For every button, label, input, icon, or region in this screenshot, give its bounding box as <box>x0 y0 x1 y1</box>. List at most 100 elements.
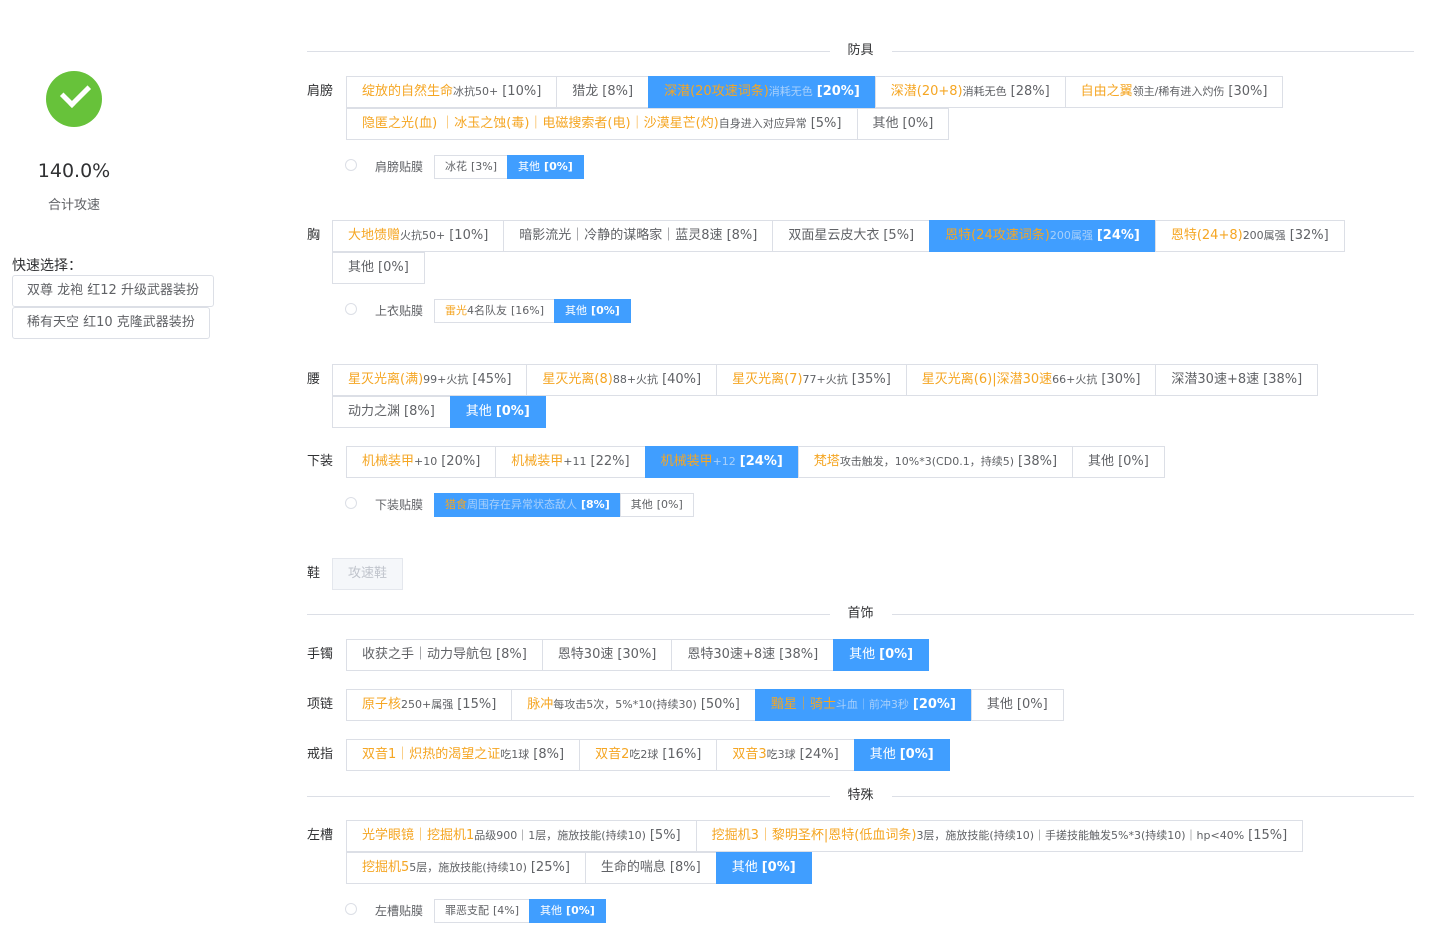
option-value: [32%] <box>1289 228 1329 243</box>
option-left-film-0[interactable]: 罪恶支配 [4%] <box>434 899 531 923</box>
option-value: [8%] <box>581 498 610 511</box>
film-radio[interactable] <box>345 903 357 915</box>
option-chest-0[interactable]: 大地馈赠 火抗50+ [10%] <box>332 220 505 252</box>
option-shoulder-film-0[interactable]: 冰花 [3%] <box>434 155 509 179</box>
option-legs-2[interactable]: 机械装甲 +12 [24%] <box>644 446 799 478</box>
preset-button-1[interactable]: 双尊 龙袍 红12 升级武器装扮 <box>12 275 214 307</box>
option-shoulder-1[interactable]: 猎龙 [8%] <box>556 76 650 108</box>
option-value: [8%] <box>726 228 758 243</box>
option-waist-1[interactable]: 星灭光离(8) 88+火抗 [40%] <box>526 364 718 396</box>
option-name: 深潜(20攻速词条) <box>664 84 769 99</box>
option-shoulder-6[interactable]: 其他 [0%] <box>856 108 950 140</box>
option-left-slot-2[interactable]: 挖掘机5 5层，施放技能(持续10) [25%] <box>346 852 586 884</box>
option-desc: 消耗无色 <box>768 85 813 98</box>
option-desc: 斗血｜前冲3秒 <box>835 698 909 711</box>
option-necklace-1[interactable]: 脉冲 每攻击5次，5%*10(持续30) [50%] <box>511 689 756 721</box>
option-group: 罪恶支配 [4%] 其他 [0%] <box>434 899 606 923</box>
option-ring-2[interactable]: 双音3 吃3球 [24%] <box>716 739 855 771</box>
option-text: 其他 <box>986 697 1013 712</box>
option-waist-5[interactable]: 动力之渊 [8%] <box>332 396 451 428</box>
option-value: [0%] <box>656 498 683 511</box>
option-necklace-2[interactable]: 黯星｜骑士 斗血｜前冲3秒 [20%] <box>754 689 972 721</box>
option-chest-2[interactable]: 双面星云皮大衣 [5%] <box>772 220 931 252</box>
option-name: 挖掘机3｜黎明圣杯|恩特(低血词条) <box>711 828 917 843</box>
option-necklace-0[interactable]: 原子核 250+属强 [15%] <box>346 689 513 721</box>
option-text: 冰花 <box>445 160 467 173</box>
option-ring-1[interactable]: 双音2 吃2球 [16%] <box>579 739 718 771</box>
option-chest-film-1[interactable]: 其他 [0%] <box>554 299 631 323</box>
option-shoulder-5[interactable]: 隐匿之光(血) ｜冰玉之蚀(毒)｜电磁搜索者(电)｜沙漠星芒(灼) 自身进入对应异… <box>346 108 858 140</box>
film-radio[interactable] <box>345 159 357 171</box>
option-shoulder-film-1[interactable]: 其他 [0%] <box>507 155 584 179</box>
option-shoulder-0[interactable]: 绽放的自然生命 冰抗50+ [10%] <box>346 76 558 108</box>
option-value: [8%] <box>533 747 565 762</box>
option-desc: 每攻击5次，5%*10(持续30) <box>553 698 697 711</box>
option-shoulder-3[interactable]: 深潜(20+8) 消耗无色 [28%] <box>874 76 1066 108</box>
option-name: 隐匿之光(血) ｜冰玉之蚀(毒)｜电磁搜索者(电)｜沙漠星芒(灼) <box>362 116 719 131</box>
option-value: [24%] <box>799 747 839 762</box>
option-desc: 吃2球 <box>629 748 659 761</box>
option-bracelet-3[interactable]: 其他 [0%] <box>833 639 930 671</box>
option-left-film-1[interactable]: 其他 [0%] <box>529 899 606 923</box>
option-text: 其他 <box>872 116 899 131</box>
option-desc: 冰抗50+ <box>453 85 499 98</box>
option-bracelet-2[interactable]: 恩特30速+8速 [38%] <box>671 639 835 671</box>
option-ring-0[interactable]: 双音1｜炽热的渴望之证 吃1球 [8%] <box>346 739 581 771</box>
option-left-slot-1[interactable]: 挖掘机3｜黎明圣杯|恩特(低血词条) 3层，施放技能(持续10)｜手搓技能触发5%… <box>695 820 1304 852</box>
option-chest-3[interactable]: 恩特(24攻速词条) 200属强 [24%] <box>929 220 1156 252</box>
option-value: [0%] <box>544 160 573 173</box>
option-legs-0[interactable]: 机械装甲 +10 [20%] <box>346 446 497 478</box>
option-legs-1[interactable]: 机械装甲 +11 [22%] <box>495 446 646 478</box>
option-value: [0%] <box>591 304 620 317</box>
option-ring-3[interactable]: 其他 [0%] <box>853 739 950 771</box>
option-chest-4[interactable]: 恩特(24+8) 200属强 [32%] <box>1154 220 1345 252</box>
row-label: 戒指 <box>307 747 334 762</box>
option-legs-film-1[interactable]: 其他 [0%] <box>619 493 694 517</box>
option-group: 收获之手｜动力导航包 [8%] 恩特30速 [30%] 恩特30速+8速 [38%] 其他[… <box>346 639 1347 671</box>
option-text: 罪恶支配 <box>445 904 489 917</box>
option-desc: 99+火抗 <box>423 373 469 386</box>
option-bracelet-1[interactable]: 恩特30速 [30%] <box>541 639 673 671</box>
option-value: [10%] <box>502 84 542 99</box>
option-group: 雷光4名队友 [16%] 其他 [0%] <box>434 299 631 323</box>
option-value: [30%] <box>1101 372 1141 387</box>
option-value: [24%] <box>739 454 783 469</box>
option-legs-4[interactable]: 其他 [0%] <box>1072 446 1165 478</box>
option-desc: 吃1球 <box>500 748 530 761</box>
option-desc: 200属强 <box>1049 229 1093 242</box>
option-value: [15%] <box>1248 828 1288 843</box>
option-shoulder-2[interactable]: 深潜(20攻速词条) 消耗无色 [20%] <box>648 76 876 108</box>
option-shoulder-4[interactable]: 自由之翼 领主/稀有进入灼伤 [30%] <box>1064 76 1284 108</box>
option-text: 其他 <box>518 160 541 173</box>
total-attack-speed-label: 合计攻速 <box>47 198 100 213</box>
option-text: 恩特30速 <box>557 647 614 662</box>
option-necklace-3[interactable]: 其他 [0%] <box>970 689 1064 721</box>
film-radio[interactable] <box>345 303 357 315</box>
option-name: 恩特(24攻速词条) <box>945 228 1050 243</box>
option-chest-1[interactable]: 暗影流光｜冷静的谋略家｜蓝灵8速 [8%] <box>503 220 774 252</box>
option-text: 双面星云皮大衣 <box>788 228 880 243</box>
option-shoes-0[interactable]: 攻速鞋 <box>332 558 404 590</box>
option-value: [28%] <box>1010 84 1050 99</box>
option-chest-5[interactable]: 其他 [0%] <box>332 252 425 284</box>
option-waist-0[interactable]: 星灭光离(满) 99+火抗 [45%] <box>332 364 528 396</box>
option-desc: 吃3球 <box>766 748 796 761</box>
option-bracelet-0[interactable]: 收获之手｜动力导航包 [8%] <box>346 639 543 671</box>
option-name: 机械装甲 <box>362 454 415 469</box>
option-waist-4[interactable]: 深潜30速+8速 [38%] <box>1155 364 1319 396</box>
option-waist-2[interactable]: 星灭光离(7) 77+火抗 [35%] <box>716 364 907 396</box>
option-legs-3[interactable]: 梵塔 攻击触发，10%*3(CD0.1，持续5) [38%] <box>797 446 1074 478</box>
option-text: 深潜30速+8速 <box>1171 372 1260 387</box>
option-value: [30%] <box>617 647 657 662</box>
option-waist-3[interactable]: 星灭光离(6)|深潜30速 66+火抗 [30%] <box>905 364 1157 396</box>
option-desc: 4名队友 <box>467 304 507 317</box>
option-value: [0%] <box>761 860 796 875</box>
option-legs-film-0[interactable]: 猎食周围存在异常状态敌人 [8%] <box>434 493 621 517</box>
option-waist-6[interactable]: 其他 [0%] <box>449 396 546 428</box>
option-left-slot-3[interactable]: 生命的喘息 [8%] <box>584 852 717 884</box>
option-left-slot-0[interactable]: 光学眼镜｜挖掘机1 品级900｜1层，施放技能(持续10) [5%] <box>346 820 697 852</box>
film-radio[interactable] <box>345 497 357 509</box>
preset-button-2[interactable]: 稀有天空 红10 克隆武器装扮 <box>12 307 210 339</box>
option-chest-film-0[interactable]: 雷光4名队友 [16%] <box>434 299 556 323</box>
option-left-slot-4[interactable]: 其他 [0%] <box>715 852 812 884</box>
